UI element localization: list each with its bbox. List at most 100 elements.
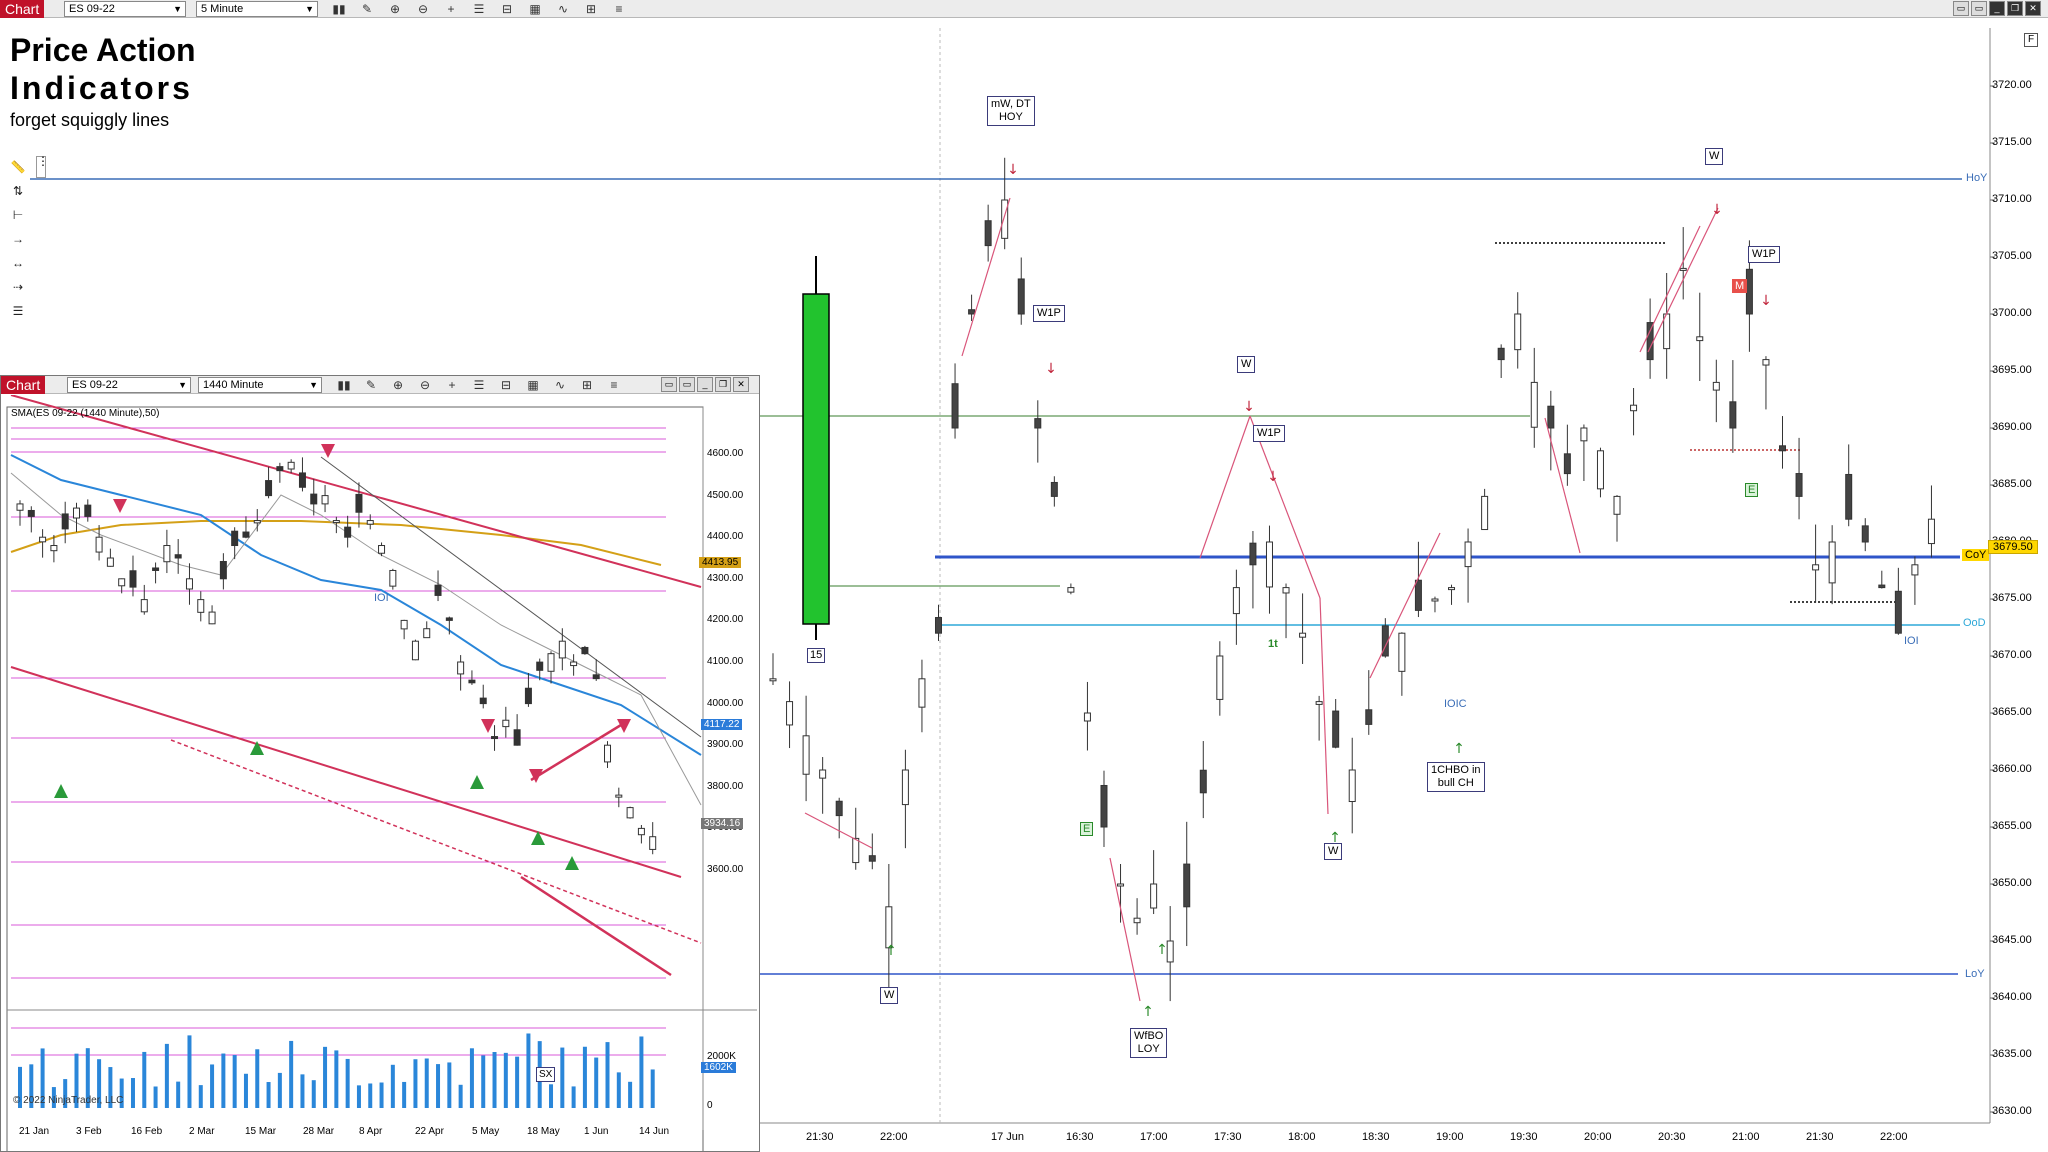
template-icon[interactable]: ⊟ — [497, 377, 515, 393]
window-tile2-icon[interactable]: ▭ — [679, 377, 695, 392]
triangle-down-icon — [113, 499, 127, 513]
minimize-icon[interactable]: _ — [697, 377, 713, 392]
instrument-select[interactable]: ES 09-22 ▼ — [64, 1, 186, 17]
restore-icon[interactable]: ❐ — [2007, 1, 2023, 16]
inset-chart[interactable] — [1, 395, 759, 1151]
candle-body — [819, 769, 827, 779]
volume-bar — [130, 1078, 135, 1108]
strategy-icon[interactable]: ▦ — [524, 377, 542, 393]
list-icon[interactable]: ≡ — [610, 1, 628, 17]
pencil-icon[interactable]: ✎ — [362, 377, 380, 393]
zoom-out-icon[interactable]: ⊖ — [416, 377, 434, 393]
candle-body — [835, 800, 843, 817]
candle-body — [1166, 940, 1174, 963]
inset-candle-body — [287, 461, 295, 470]
crosshair-icon[interactable]: + — [443, 377, 461, 393]
candle-body — [1100, 784, 1108, 828]
hoy-label: HoY — [1966, 172, 1988, 184]
down-arrow-icon: ↓ — [1243, 399, 1255, 415]
inset-candle-body — [378, 545, 386, 554]
price-tick: 3690.00 — [1992, 421, 2032, 433]
volume-bar — [176, 1081, 181, 1108]
template-icon[interactable]: ⊟ — [498, 1, 516, 17]
volume-bar — [503, 1052, 508, 1108]
inset-candle-body — [355, 493, 363, 513]
restore-icon[interactable]: ❐ — [715, 377, 731, 392]
inset-time-tick: 16 Feb — [131, 1126, 163, 1137]
zoom-out-icon[interactable]: ⊖ — [414, 1, 432, 17]
volume-bar — [345, 1058, 350, 1108]
price-tick: 3675.00 — [1992, 592, 2032, 604]
window-tile-icon[interactable]: ▭ — [661, 377, 677, 392]
volume-bar — [232, 1055, 237, 1108]
window-tile2-icon[interactable]: ▭ — [1971, 1, 1987, 16]
window-tile-icon[interactable]: ▭ — [1953, 1, 1969, 16]
down-arrow-icon: ↓ — [1007, 162, 1019, 178]
strategy-icon[interactable]: ▦ — [526, 1, 544, 17]
inset-price-tick: 4200.00 — [707, 614, 744, 626]
inset-time-tick: 22 Apr — [415, 1126, 444, 1137]
price-tick: 3720.00 — [1992, 79, 2032, 91]
annotation-1chbo: 1CHBO in bull CH — [1427, 762, 1485, 792]
inset-instrument-select[interactable]: ES 09-22 ▼ — [67, 377, 191, 393]
indicator-icon[interactable]: ∿ — [554, 1, 572, 17]
data-box-icon[interactable]: ⊞ — [578, 377, 596, 393]
candle-body — [1216, 655, 1224, 700]
candle-body — [1762, 359, 1770, 366]
interval-select[interactable]: 5 Minute ▼ — [196, 1, 318, 17]
inset-candle-body — [208, 611, 216, 625]
inset-candle-body — [95, 536, 103, 553]
chart-tab-label[interactable]: Chart — [0, 0, 45, 18]
inset-time-tick: 28 Mar — [303, 1126, 335, 1137]
down-arrow-icon: ↓ — [1711, 202, 1723, 218]
candle-body — [1448, 587, 1456, 591]
up-arrow-icon: ↑ — [1453, 741, 1465, 757]
chart-trader-icon[interactable]: F — [2024, 33, 2038, 47]
inset-price-tick: 4000.00 — [707, 697, 744, 709]
volume-bar — [571, 1086, 576, 1108]
volume-bar — [255, 1049, 260, 1108]
time-tick: 18:30 — [1362, 1131, 1390, 1143]
indicator-icon[interactable]: ∿ — [551, 377, 569, 393]
data-box-icon[interactable]: ⊞ — [582, 1, 600, 17]
bar-type-icon[interactable]: ▮▮ — [335, 377, 353, 393]
inset-candle-body — [411, 640, 419, 661]
zoom-in-icon[interactable]: ⊕ — [386, 1, 404, 17]
e-badge: E — [1745, 483, 1759, 497]
annotation-w1p: W1P — [1033, 305, 1065, 322]
time-tick: 21:30 — [1806, 1131, 1834, 1143]
volume-bar — [334, 1050, 339, 1108]
list-icon[interactable]: ≡ — [605, 377, 623, 393]
inset-candle-body — [615, 794, 623, 798]
candle-body — [1150, 883, 1158, 909]
inset-candle-body — [457, 661, 465, 675]
bar-type-icon[interactable]: ▮▮ — [330, 1, 348, 17]
inset-interval-select[interactable]: 1440 Minute ▼ — [198, 377, 322, 393]
zoom-in-icon[interactable]: ⊕ — [389, 377, 407, 393]
pencil-icon[interactable]: ✎ — [358, 1, 376, 17]
time-tick: 20:00 — [1584, 1131, 1612, 1143]
volume-bar — [187, 1035, 192, 1108]
properties-icon[interactable]: ☰ — [470, 377, 488, 393]
volume-bar — [639, 1036, 644, 1108]
chevron-down-icon: ▼ — [305, 4, 314, 14]
candle-body — [1795, 473, 1803, 497]
time-tick: 17 Jun — [991, 1131, 1025, 1143]
properties-icon[interactable]: ☰ — [470, 1, 488, 17]
inset-candle-body — [265, 480, 273, 497]
minimize-icon[interactable]: _ — [1989, 1, 2005, 16]
candle-body — [1596, 450, 1604, 490]
inset-time-tick: 15 Mar — [245, 1126, 277, 1137]
volume-tick: 2000K — [707, 1051, 736, 1062]
inset-price-tick: 4100.00 — [707, 656, 744, 667]
inset-time-tick: 2 Mar — [189, 1126, 215, 1137]
up-arrow-icon: ↑ — [1156, 942, 1168, 958]
volume-bar — [243, 1073, 248, 1108]
close-icon[interactable]: ✕ — [2025, 1, 2041, 16]
crosshair-icon[interactable]: + — [442, 1, 460, 17]
close-icon[interactable]: ✕ — [733, 377, 749, 392]
inset-chart-tab-label[interactable]: Chart — [1, 376, 46, 394]
inset-candle-body — [27, 509, 35, 517]
volume-bar — [221, 1053, 226, 1108]
candle-body — [1117, 883, 1125, 887]
